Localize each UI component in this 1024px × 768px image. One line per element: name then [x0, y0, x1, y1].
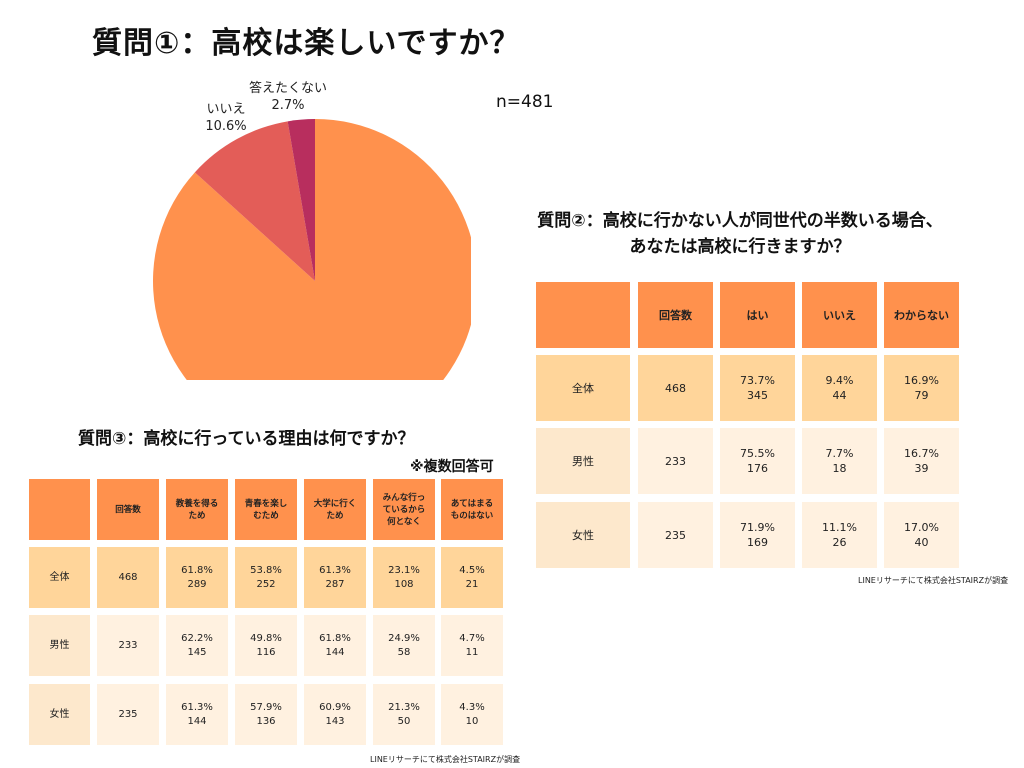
pie-slices [153, 119, 471, 380]
q3-table-cell: 24.9% 58 [373, 615, 435, 676]
q2-table-header-cell: はい [720, 282, 795, 348]
q3-table-cell: 62.2% 145 [166, 615, 228, 676]
q3-table-cell: 468 [97, 547, 159, 608]
q3-table-cell: 4.7% 11 [441, 615, 503, 676]
q3-table-cell: 235 [97, 684, 159, 745]
pie-label-no: いいえ 10.6% [196, 101, 256, 135]
q2-table-cell: 9.4% 44 [802, 355, 877, 421]
question2-title: 質問②：高校に行かない人が同世代の半数いる場合、 あなたは高校に行きますか？ [500, 208, 980, 260]
q2-table-cell: 全体 [536, 355, 630, 421]
q2-table-cell: 16.7% 39 [884, 428, 959, 494]
q3-table-cell: 57.9% 136 [235, 684, 297, 745]
q2-table-cell: 468 [638, 355, 713, 421]
q2-table-cell: 233 [638, 428, 713, 494]
q2-table-cell: 17.0% 40 [884, 502, 959, 568]
pie-label-no-answer-name: 答えたくない [248, 81, 327, 96]
q3-table-cell: 4.5% 21 [441, 547, 503, 608]
q2-table-cell: 男性 [536, 428, 630, 494]
q2-table-cell: 女性 [536, 502, 630, 568]
question2-source: LINEリサーチにて株式会社STAIRZが調査 [858, 576, 1009, 585]
q2-table-cell: 235 [638, 502, 713, 568]
question3-source: LINEリサーチにて株式会社STAIRZが調査 [370, 755, 521, 764]
question2-title-line: あなたは高校に行きますか？ [629, 237, 851, 257]
q3-table-cell: 61.8% 289 [166, 547, 228, 608]
q3-table-cell: 61.3% 144 [166, 684, 228, 745]
q3-table-cell: 23.1% 108 [373, 547, 435, 608]
q2-table-cell: 75.5% 176 [720, 428, 795, 494]
question3-title: 質問③：高校に行っている理由は何ですか？ [78, 429, 415, 449]
q3-table-cell: 男性 [29, 615, 90, 676]
pie-label-no-answer-pct: 2.7% [271, 98, 305, 113]
q3-table-cell: 61.8% 144 [304, 615, 366, 676]
q3-table-header-cell: 大学に行く ため [304, 479, 366, 540]
q3-table-cell: 全体 [29, 547, 90, 608]
q3-table-cell: 233 [97, 615, 159, 676]
q3-table-header-cell: みんな行っ ているから 何となく [373, 479, 435, 540]
q3-table-cell: 53.8% 252 [235, 547, 297, 608]
q3-table-header-cell [29, 479, 90, 540]
multiple-answer-note: ※複数回答可 [410, 459, 494, 475]
pie-label-no-answer: 答えたくない 2.7% [248, 80, 328, 114]
q3-table-cell: 4.3% 10 [441, 684, 503, 745]
q2-table-cell: 16.9% 79 [884, 355, 959, 421]
q2-table-header-cell [536, 282, 630, 348]
pie-label-no-pct: 10.6% [205, 119, 247, 134]
q3-table-header-cell: 教養を得る ため [166, 479, 228, 540]
pie-label-no-name: いいえ [206, 102, 246, 117]
q3-table-header-cell: あてはまる ものはない [441, 479, 503, 540]
sample-size-label: n=481 [496, 92, 554, 112]
q3-table-cell: 60.9% 143 [304, 684, 366, 745]
q2-table-cell: 7.7% 18 [802, 428, 877, 494]
q2-table-header-cell: いいえ [802, 282, 877, 348]
q2-table-header-cell: 回答数 [638, 282, 713, 348]
q2-table-cell: 11.1% 26 [802, 502, 877, 568]
q3-table-cell: 49.8% 116 [235, 615, 297, 676]
q3-table-cell: 61.3% 287 [304, 547, 366, 608]
q3-table-header-cell: 青春を楽し むため [235, 479, 297, 540]
q2-table-cell: 73.7% 345 [720, 355, 795, 421]
q3-table-cell: 21.3% 50 [373, 684, 435, 745]
question2-title-line: 質問②：高校に行かない人が同世代の半数いる場合、 [537, 211, 943, 231]
q3-table-cell: 女性 [29, 684, 90, 745]
q2-table-header-cell: わからない [884, 282, 959, 348]
q3-table-header-cell: 回答数 [97, 479, 159, 540]
q2-table-cell: 71.9% 169 [720, 502, 795, 568]
